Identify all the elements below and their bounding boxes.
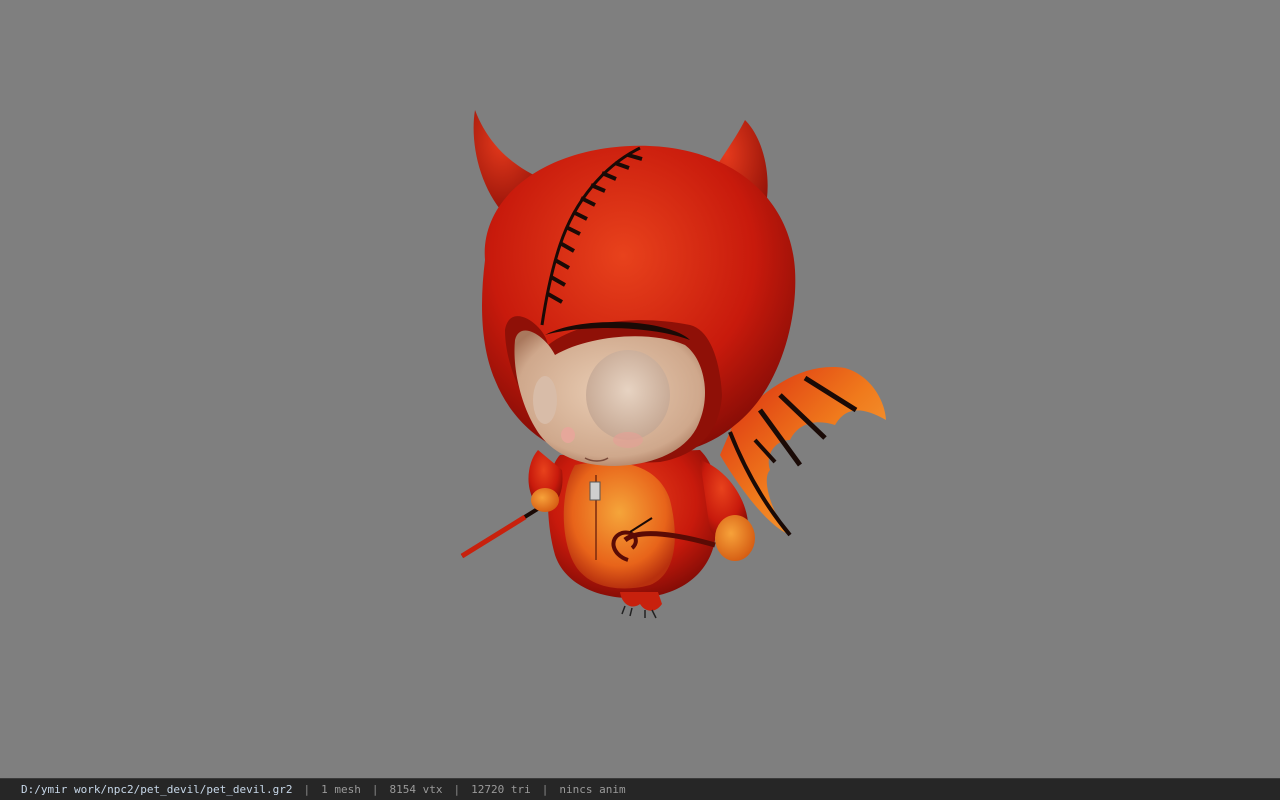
devil-pet-model: [460, 110, 886, 619]
file-path: D:/ymir work/npc2/pet_devil/pet_devil.gr…: [21, 783, 293, 796]
status-bar: D:/ymir work/npc2/pet_devil/pet_devil.gr…: [0, 778, 1280, 800]
triangle-count: 12720 tri: [471, 783, 531, 796]
separator: |: [541, 783, 549, 796]
separator: |: [371, 783, 379, 796]
animation-status: nincs anim: [559, 783, 626, 796]
vertex-count: 8154 vtx: [389, 783, 443, 796]
body: [528, 450, 755, 619]
face: [514, 322, 705, 466]
mesh-count: 1 mesh: [321, 783, 361, 796]
separator: |: [303, 783, 311, 796]
separator: |: [453, 783, 461, 796]
3d-viewport[interactable]: [0, 0, 1280, 778]
